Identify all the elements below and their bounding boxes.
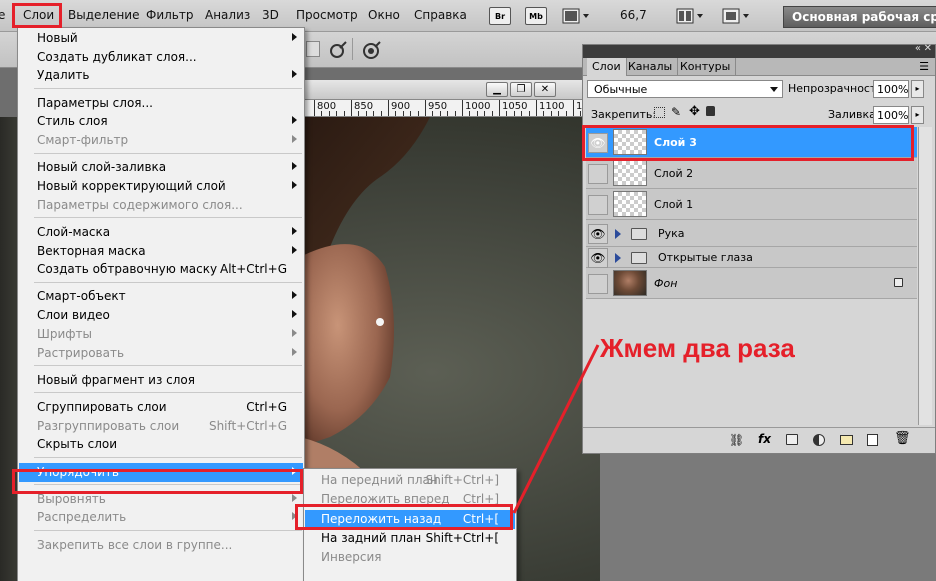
annotation-arrow	[512, 344, 600, 514]
annotation-text: Жмем два раза	[600, 333, 795, 363]
